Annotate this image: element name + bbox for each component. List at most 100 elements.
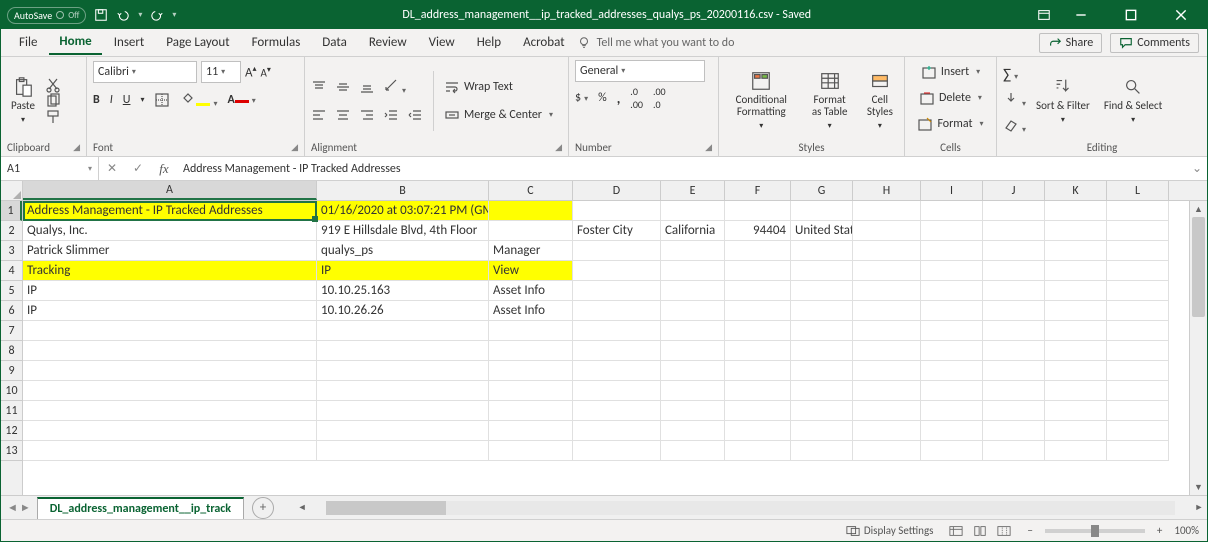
cell[interactable] — [983, 261, 1045, 281]
increase-decimal-icon[interactable]: .0.00 — [630, 85, 643, 111]
accounting-format-button[interactable]: $ — [575, 91, 588, 105]
cell[interactable] — [791, 321, 853, 341]
cell[interactable] — [573, 301, 661, 321]
cell[interactable]: View — [489, 261, 573, 281]
cell[interactable] — [1045, 361, 1107, 381]
cell[interactable] — [317, 381, 489, 401]
save-icon[interactable] — [94, 8, 108, 22]
row-header[interactable]: 8 — [1, 341, 22, 361]
cell[interactable]: Address Management - IP Tracked Addresse… — [23, 201, 317, 221]
column-header[interactable]: A — [23, 181, 317, 200]
maximize-button[interactable] — [1111, 1, 1151, 29]
column-header[interactable]: L — [1107, 181, 1169, 200]
cell[interactable] — [791, 241, 853, 261]
cell[interactable] — [23, 401, 317, 421]
cell[interactable] — [983, 201, 1045, 221]
new-sheet-button[interactable]: + — [252, 497, 274, 519]
display-settings-button[interactable]: Display Settings — [846, 524, 934, 537]
bold-button[interactable]: B — [93, 93, 100, 107]
cell[interactable] — [573, 401, 661, 421]
zoom-out-button[interactable]: − — [1027, 524, 1032, 537]
share-button[interactable]: Share — [1039, 33, 1103, 53]
redo-icon[interactable] — [150, 8, 164, 22]
vertical-scrollbar[interactable]: ▲ ▼ — [1189, 201, 1207, 495]
minimize-button[interactable] — [1061, 1, 1101, 29]
cell[interactable] — [853, 381, 921, 401]
decrease-indent-icon[interactable] — [383, 107, 399, 123]
orientation-icon[interactable] — [383, 77, 406, 97]
cell[interactable] — [1107, 221, 1169, 241]
cell[interactable] — [1045, 261, 1107, 281]
normal-view-icon[interactable] — [945, 522, 967, 540]
align-bottom-icon[interactable] — [359, 79, 375, 95]
fill-icon[interactable] — [1003, 90, 1026, 110]
cell[interactable] — [921, 221, 983, 241]
cell[interactable] — [791, 281, 853, 301]
conditional-formatting-button[interactable]: Conditional Formatting▾ — [725, 68, 798, 134]
cell[interactable] — [983, 221, 1045, 241]
cell[interactable] — [489, 401, 573, 421]
cell[interactable] — [791, 361, 853, 381]
clear-icon[interactable] — [1003, 116, 1026, 136]
cell[interactable] — [573, 321, 661, 341]
decrease-decimal-icon[interactable]: .00.0 — [653, 85, 666, 111]
cell[interactable] — [725, 421, 791, 441]
cell[interactable] — [791, 401, 853, 421]
column-header[interactable]: H — [853, 181, 921, 200]
cancel-formula-icon[interactable]: ✕ — [99, 157, 125, 180]
borders-icon[interactable] — [154, 92, 170, 108]
cell[interactable] — [317, 321, 489, 341]
name-box[interactable]: A1▾ — [1, 157, 99, 180]
cell[interactable] — [853, 401, 921, 421]
cell[interactable] — [983, 341, 1045, 361]
italic-button[interactable]: I — [110, 93, 113, 107]
zoom-slider[interactable] — [1045, 529, 1145, 533]
cell[interactable] — [489, 381, 573, 401]
cell[interactable] — [661, 341, 725, 361]
cell[interactable] — [921, 441, 983, 461]
cell[interactable] — [661, 421, 725, 441]
cell[interactable] — [791, 261, 853, 281]
tab-home[interactable]: Home — [49, 30, 101, 55]
cell[interactable] — [983, 301, 1045, 321]
sheet-tab[interactable]: DL_address_management__ip_track — [37, 497, 244, 519]
cell[interactable] — [791, 421, 853, 441]
cell[interactable] — [1045, 301, 1107, 321]
cell[interactable] — [1045, 381, 1107, 401]
cell[interactable] — [921, 261, 983, 281]
autosum-icon[interactable]: ∑ — [1003, 66, 1026, 84]
find-select-button[interactable]: Find & Select▾ — [1100, 74, 1166, 128]
row-header[interactable]: 10 — [1, 381, 22, 401]
cell[interactable] — [853, 341, 921, 361]
cell[interactable] — [725, 381, 791, 401]
ribbon-options-icon[interactable] — [1037, 8, 1051, 22]
cell[interactable] — [791, 441, 853, 461]
merge-center-button[interactable]: Merge & Center — [444, 103, 553, 127]
row-header[interactable]: 4 — [1, 261, 22, 281]
cell[interactable]: IP — [317, 261, 489, 281]
cell[interactable]: Asset Info — [489, 281, 573, 301]
column-header[interactable]: G — [791, 181, 853, 200]
tab-insert[interactable]: Insert — [104, 31, 155, 54]
cell[interactable] — [1107, 401, 1169, 421]
cell[interactable] — [1107, 281, 1169, 301]
cell[interactable] — [489, 441, 573, 461]
format-as-table-button[interactable]: Format as Table▾ — [804, 68, 856, 134]
autosave-toggle[interactable]: AutoSave Off — [7, 7, 86, 24]
cell[interactable] — [1107, 321, 1169, 341]
cell[interactable] — [661, 401, 725, 421]
align-top-icon[interactable] — [311, 79, 327, 95]
cell[interactable] — [573, 421, 661, 441]
zoom-in-button[interactable]: + — [1157, 524, 1162, 537]
cell[interactable] — [921, 401, 983, 421]
cell[interactable] — [489, 421, 573, 441]
cell[interactable]: IP — [23, 281, 317, 301]
cell[interactable] — [725, 201, 791, 221]
tell-me[interactable]: Tell me what you want to do — [577, 36, 735, 50]
row-header[interactable]: 6 — [1, 301, 22, 321]
cell[interactable] — [853, 321, 921, 341]
cell[interactable] — [661, 321, 725, 341]
cell[interactable] — [853, 221, 921, 241]
comments-button[interactable]: Comments — [1110, 33, 1199, 53]
cell[interactable] — [983, 421, 1045, 441]
